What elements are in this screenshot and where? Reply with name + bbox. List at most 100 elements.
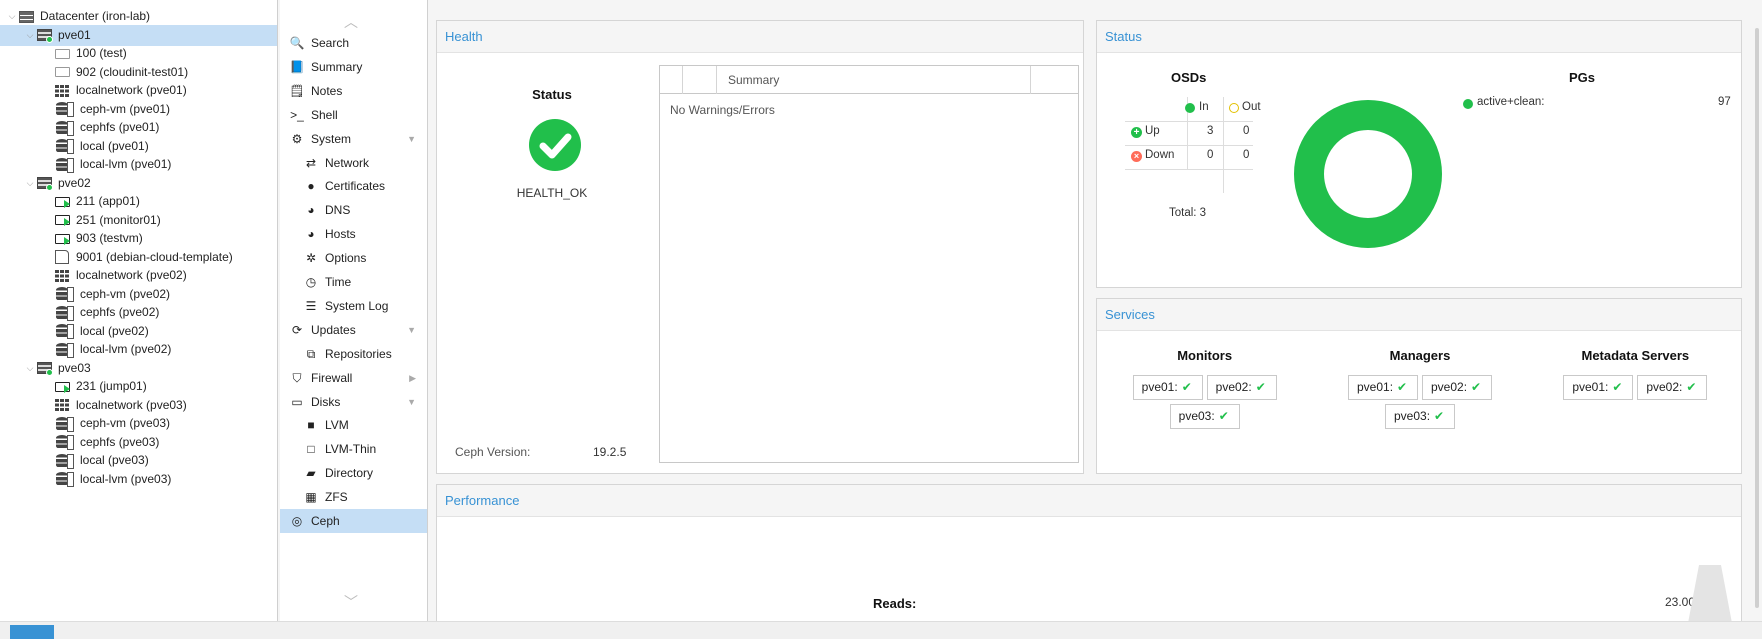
pg-state-count: 97: [1718, 96, 1731, 108]
osd-total: Total: 3: [1169, 207, 1207, 219]
nav-item-label: Ceph: [311, 514, 340, 528]
service-status-chip[interactable]: pve01: ✔: [1348, 375, 1418, 400]
nav-expand-arrow-icon[interactable]: ▼: [407, 390, 416, 414]
service-host-label: pve02:: [1431, 380, 1468, 394]
nav-item-updates[interactable]: ⟳ Updates ▼: [280, 318, 427, 342]
service-group-title: Metadata Servers: [1581, 348, 1690, 363]
service-status-chip[interactable]: pve02: ✔: [1637, 375, 1708, 400]
tree-node-label: local-lvm (pve03): [80, 471, 172, 486]
pg-active-clean-slice: [1294, 100, 1442, 248]
nav-item-directory[interactable]: ▰ Directory: [280, 461, 427, 485]
nav-item-system[interactable]: ⚙ System ▼: [280, 127, 427, 151]
certificate-icon: ●: [307, 179, 315, 194]
datacenter-icon: [18, 10, 34, 24]
nav-item-system-log[interactable]: ☰ System Log: [280, 294, 427, 318]
nav-item-notes[interactable]: 🗒 Notes: [280, 79, 427, 103]
services-header: Services: [1097, 299, 1741, 331]
nav-item-label: System Log: [325, 298, 389, 313]
nav-item-options[interactable]: ✲ Options: [280, 246, 427, 270]
vm-icon: [54, 213, 70, 227]
content-scrollbar[interactable]: [1752, 20, 1762, 620]
list-icon: ☰: [305, 298, 317, 313]
osd-up-out-count: 0: [1243, 125, 1250, 137]
nav-item-summary[interactable]: 📘 Summary: [280, 55, 427, 79]
storage-icon: [54, 342, 74, 358]
nav-expand-arrow-icon[interactable]: ▼: [407, 318, 416, 342]
service-status-chip[interactable]: pve03: ✔: [1385, 404, 1455, 429]
nav-item-repositories[interactable]: ⧉ Repositories: [280, 342, 427, 366]
nav-item-firewall[interactable]: ⛉ Firewall ▶: [280, 366, 427, 390]
resource-tree[interactable]: ⌵ Datacenter (iron-lab) ⌵ pve01 100 (test) 90…: [0, 0, 278, 621]
scroll-down-icon[interactable]: ﹀: [344, 592, 358, 612]
nav-item-label: Search: [311, 36, 350, 50]
summary-grid-header: Summary: [660, 66, 1078, 94]
summary-column-header[interactable]: Summary: [728, 73, 779, 87]
nav-item-search[interactable]: 🔍 Search: [280, 31, 427, 55]
service-host-label: pve01:: [1141, 380, 1178, 394]
service-host-label: pve02:: [1646, 380, 1683, 394]
osds-title: OSDs: [1171, 70, 1207, 85]
nav-item-certificates[interactable]: ● Certificates: [280, 174, 427, 198]
nav-item-zfs[interactable]: ▦ ZFS: [280, 485, 427, 509]
status-panel: Status OSDs In Out + Up 3 0 × Down 0 0 T…: [1096, 20, 1742, 288]
osd-out-dot-icon: [1229, 103, 1239, 113]
health-summary-grid: Summary No Warnings/Errors: [659, 65, 1079, 463]
tree-node[interactable]: local-lvm (pve03): [0, 469, 277, 490]
health-status-title: Status: [532, 87, 572, 102]
bottom-task-bar: [0, 621, 1762, 639]
service-host-label: pve02:: [1215, 380, 1252, 394]
nav-item-label: Certificates: [325, 179, 386, 194]
nav-item-lvm[interactable]: ■ LVM: [280, 413, 427, 437]
nav-item-network[interactable]: ⇄ Network: [280, 151, 427, 175]
service-host-label: pve03:: [1178, 409, 1215, 423]
storage-icon: [54, 287, 74, 302]
hdd-icon: ▭: [291, 394, 303, 409]
nav-item-label: Updates: [311, 322, 356, 337]
globe-icon: ◕: [307, 227, 315, 242]
exchange-icon: ⇄: [305, 155, 317, 170]
vm-icon: [54, 47, 70, 61]
nav-item-disks[interactable]: ▭ Disks ▼: [280, 390, 427, 414]
nav-item-hosts[interactable]: ◕ Hosts: [280, 222, 427, 246]
pg-state-label: active+clean:: [1477, 96, 1545, 108]
nav-item-label: Repositories: [325, 346, 392, 361]
nav-item-lvm-thin[interactable]: □ LVM-Thin: [280, 437, 427, 461]
osd-in-label: In: [1199, 101, 1209, 113]
status-header: Status: [1097, 21, 1741, 53]
nav-item-ceph[interactable]: ◎ Ceph: [280, 509, 427, 533]
grid-icon: ▦: [305, 490, 317, 505]
nav-expand-arrow-icon[interactable]: ▶: [409, 366, 416, 390]
nav-item-label: DNS: [325, 203, 351, 218]
osd-up-in-count: 3: [1207, 125, 1214, 137]
check-icon: ✔: [1218, 409, 1229, 423]
check-icon: ✔: [1612, 380, 1623, 394]
storage-icon: [54, 139, 74, 154]
scroll-up-icon[interactable]: ︿: [344, 12, 358, 32]
shield-icon: ⛉: [292, 370, 302, 385]
storage-icon: [54, 305, 74, 321]
service-status-chip[interactable]: pve01: ✔: [1132, 375, 1203, 400]
bottom-tab-active[interactable]: [10, 625, 54, 639]
nav-item-shell[interactable]: >_ Shell: [280, 103, 427, 127]
service-status-chip[interactable]: pve02: ✔: [1422, 375, 1492, 400]
network-icon: [54, 84, 70, 98]
book-icon: 📘: [289, 59, 305, 74]
network-icon: [54, 398, 70, 412]
refresh-icon: ⟳: [291, 322, 303, 337]
nav-item-label: Hosts: [325, 227, 356, 242]
service-status-chip[interactable]: pve02: ✔: [1206, 375, 1277, 400]
search-icon: 🔍: [289, 36, 305, 50]
nav-item-time[interactable]: ◷ Time: [280, 270, 427, 294]
service-status-chip[interactable]: pve03: ✔: [1169, 404, 1240, 429]
nav-expand-arrow-icon[interactable]: ▼: [407, 127, 416, 151]
reads-label: Reads:: [873, 596, 917, 611]
osd-down-icon: ×: [1131, 151, 1142, 162]
ceph-icon: ◎: [291, 514, 303, 528]
service-status-chip[interactable]: pve01: ✔: [1563, 375, 1634, 400]
nav-item-dns[interactable]: ◕ DNS: [280, 198, 427, 222]
node-icon: [36, 28, 53, 43]
check-icon: ✔: [1181, 380, 1192, 394]
storage-icon: [54, 435, 74, 450]
nav-item-label: LVM: [325, 418, 349, 433]
check-icon: ✔: [1397, 380, 1408, 394]
